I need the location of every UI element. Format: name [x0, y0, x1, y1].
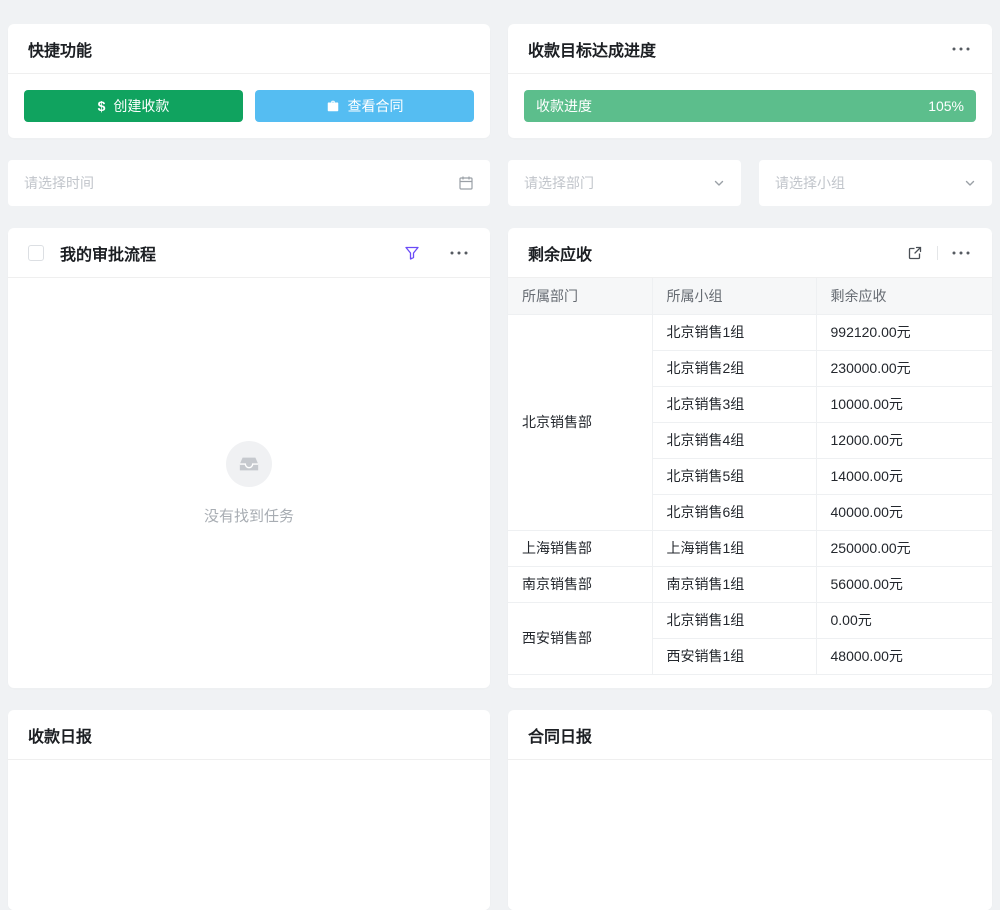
table-row: 上海销售部上海销售1组250000.00元 — [508, 530, 992, 566]
group-cell: 北京销售3组 — [652, 386, 816, 422]
chevron-down-icon — [713, 177, 725, 189]
amount-cell: 40000.00元 — [816, 494, 992, 530]
progress-bar-value: 105% — [928, 98, 964, 114]
group-cell: 北京销售1组 — [652, 602, 816, 638]
receivable-table-body: 北京销售部北京销售1组992120.00元北京销售2组230000.00元北京销… — [508, 314, 992, 674]
department-select-input[interactable] — [508, 160, 741, 206]
chevron-down-icon — [964, 177, 976, 189]
group-cell: 上海销售1组 — [652, 530, 816, 566]
approval-header: 我的审批流程 — [8, 228, 490, 278]
select-filters — [508, 160, 992, 206]
create-payment-button[interactable]: $ 创建收款 — [24, 90, 243, 122]
table-row: 西安销售部北京销售1组0.00元 — [508, 602, 992, 638]
quick-actions-title: 快捷功能 — [28, 37, 92, 61]
amount-cell: 14000.00元 — [816, 458, 992, 494]
group-cell: 北京销售4组 — [652, 422, 816, 458]
more-icon[interactable] — [448, 249, 470, 257]
quick-actions-body: $ 创建收款 查看合同 — [8, 74, 490, 138]
dashboard-page: 快捷功能 $ 创建收款 查看合同 收款目标达成进度 收款 — [0, 0, 1000, 910]
group-cell: 南京销售1组 — [652, 566, 816, 602]
col-group: 所属小组 — [652, 278, 816, 314]
quick-actions-header: 快捷功能 — [8, 24, 490, 74]
create-payment-label: 创建收款 — [113, 96, 169, 116]
receivable-title: 剩余应收 — [528, 241, 592, 265]
col-amount: 剩余应收 — [816, 278, 992, 314]
amount-cell: 992120.00元 — [816, 314, 992, 350]
receivable-table: 所属部门 所属小组 剩余应收 北京销售部北京销售1组992120.00元北京销售… — [508, 278, 992, 688]
payment-daily-body — [8, 760, 490, 910]
progress-title: 收款目标达成进度 — [528, 37, 656, 61]
group-cell: 北京销售6组 — [652, 494, 816, 530]
group-select[interactable] — [759, 160, 992, 206]
progress-header: 收款目标达成进度 — [508, 24, 992, 74]
amount-cell: 10000.00元 — [816, 386, 992, 422]
external-link-icon[interactable] — [905, 243, 925, 263]
table-row: 南京销售部南京销售1组56000.00元 — [508, 566, 992, 602]
payment-daily-header: 收款日报 — [8, 710, 490, 760]
receivable-card: 剩余应收 所属部门 所属小组 剩余应收 北京销售部北京销售1 — [508, 228, 992, 688]
department-cell: 南京销售部 — [508, 566, 652, 602]
progress-card: 收款目标达成进度 收款进度 105% — [508, 24, 992, 138]
select-all-checkbox[interactable] — [28, 245, 44, 261]
department-select[interactable] — [508, 160, 741, 206]
contract-daily-body — [508, 760, 992, 910]
header-divider — [937, 246, 938, 260]
empty-state-text: 没有找到任务 — [204, 505, 294, 526]
amount-cell: 48000.00元 — [816, 638, 992, 674]
receivable-header: 剩余应收 — [508, 228, 992, 278]
more-icon[interactable] — [950, 249, 972, 257]
amount-cell: 56000.00元 — [816, 566, 992, 602]
group-cell: 北京销售1组 — [652, 314, 816, 350]
group-cell: 北京销售2组 — [652, 350, 816, 386]
view-contract-button[interactable]: 查看合同 — [255, 90, 474, 122]
approval-title: 我的审批流程 — [60, 241, 156, 265]
department-cell: 北京销售部 — [508, 314, 652, 530]
quick-actions-card: 快捷功能 $ 创建收款 查看合同 — [8, 24, 490, 138]
contract-daily-header: 合同日报 — [508, 710, 992, 760]
amount-cell: 250000.00元 — [816, 530, 992, 566]
calendar-icon — [458, 175, 474, 191]
table-header-row: 所属部门 所属小组 剩余应收 — [508, 278, 992, 314]
dollar-icon: $ — [98, 98, 106, 114]
amount-cell: 230000.00元 — [816, 350, 992, 386]
approval-empty-state: 没有找到任务 — [8, 278, 490, 688]
department-cell: 上海销售部 — [508, 530, 652, 566]
group-cell: 北京销售5组 — [652, 458, 816, 494]
view-contract-label: 查看合同 — [348, 96, 404, 116]
contract-daily-card: 合同日报 — [508, 710, 992, 910]
progress-body: 收款进度 105% — [508, 74, 992, 138]
group-select-input[interactable] — [759, 160, 992, 206]
empty-inbox-icon — [226, 441, 272, 487]
payment-daily-title: 收款日报 — [28, 723, 92, 747]
time-picker — [8, 160, 490, 206]
payment-daily-card: 收款日报 — [8, 710, 490, 910]
contract-daily-title: 合同日报 — [528, 723, 592, 747]
filter-icon[interactable] — [402, 243, 422, 263]
department-cell: 西安销售部 — [508, 602, 652, 674]
time-picker-input[interactable] — [8, 160, 490, 206]
progress-bar-label: 收款进度 — [536, 96, 592, 116]
table-row: 北京销售部北京销售1组992120.00元 — [508, 314, 992, 350]
amount-cell: 12000.00元 — [816, 422, 992, 458]
approval-card: 我的审批流程 没有找到任务 — [8, 228, 490, 688]
amount-cell: 0.00元 — [816, 602, 992, 638]
briefcase-icon — [326, 99, 340, 113]
group-cell: 西安销售1组 — [652, 638, 816, 674]
payment-progress-bar: 收款进度 105% — [524, 90, 976, 122]
more-icon[interactable] — [950, 45, 972, 53]
col-department: 所属部门 — [508, 278, 652, 314]
